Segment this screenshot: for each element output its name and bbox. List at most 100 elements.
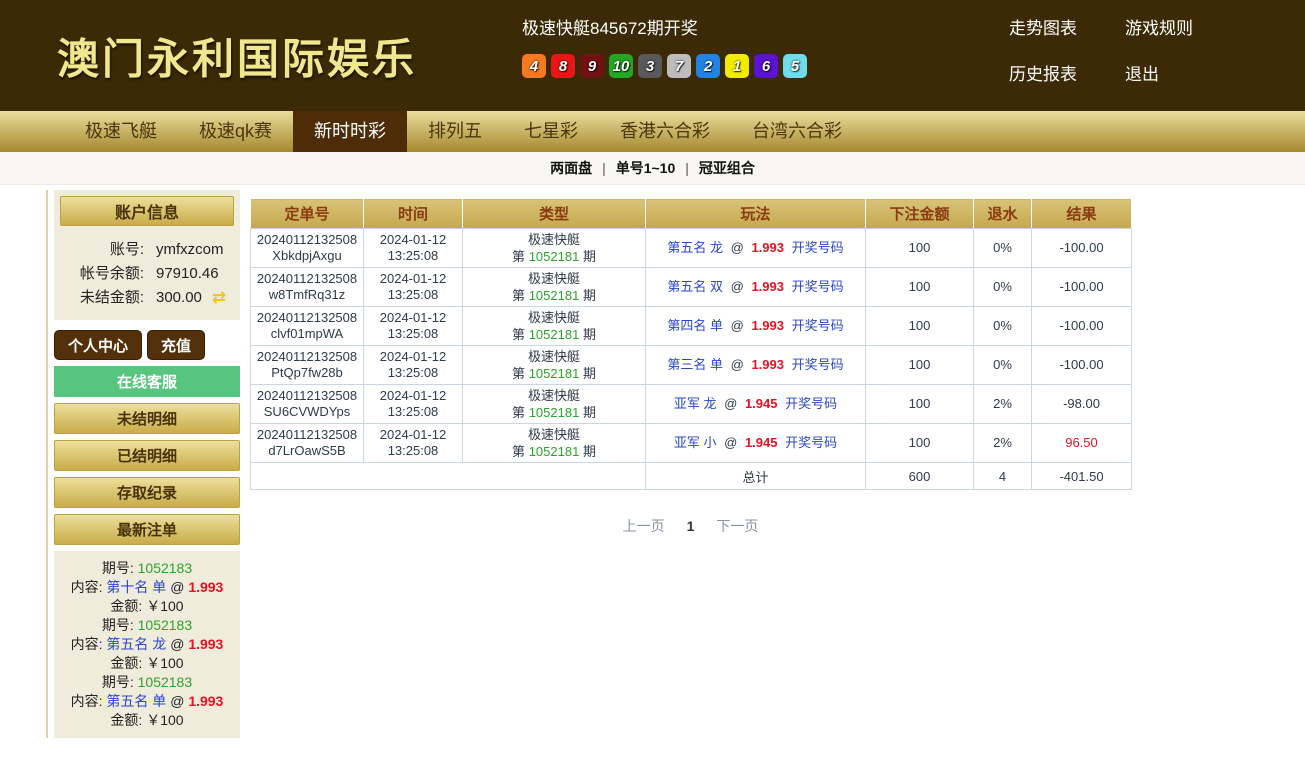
cell-play: 第五名 双 @ 1.993 开奖号码: [646, 268, 866, 307]
table-row: 20240112132508w8TmfRq31z 2024-01-12 13:2…: [251, 268, 1132, 307]
refresh-icon[interactable]: ⇄: [212, 286, 226, 310]
cell-date: 2024-01-12: [367, 271, 459, 287]
cell-game: 极速快艇: [466, 348, 642, 365]
account-row: 帐号余额: 97910.46 ⇄: [60, 262, 234, 286]
cell-type: 极速快艇 第 1052181 期: [463, 385, 646, 424]
lottery-ball: 6: [754, 54, 778, 78]
cell-game: 极速快艇: [466, 270, 642, 287]
draw-numbers-link[interactable]: 开奖号码: [792, 279, 844, 294]
game-nav-tab[interactable]: 台湾六合彩: [731, 111, 863, 152]
issue-prefix: 第: [512, 249, 525, 264]
subnav: 两面盘 | 单号1~10 | 冠亚组合: [0, 152, 1305, 185]
header-link[interactable]: 历史报表: [1009, 60, 1077, 85]
latest-bet-item: 期号: 1052183 内容: 第十名 单 @ 1.993 金额: ￥100: [56, 559, 238, 616]
bet-issue-label: 期号:: [102, 674, 134, 690]
lottery-ball: 8: [551, 54, 575, 78]
play-name: 第四名 单: [667, 318, 723, 333]
game-nav-tab[interactable]: 香港六合彩: [599, 111, 731, 152]
issue-prefix: 第: [512, 405, 525, 420]
table-row: 20240112132508SU6CVWDYps 2024-01-12 13:2…: [251, 385, 1132, 424]
subnav-separator: |: [602, 160, 606, 176]
subnav-item-two-side[interactable]: 两面盘: [550, 158, 592, 178]
cell-issue-line: 第 1052181 期: [466, 287, 642, 304]
cell-amount: 100: [866, 268, 974, 307]
game-nav-tab[interactable]: 新时时彩: [293, 111, 407, 152]
cell-type: 极速快艇 第 1052181 期: [463, 229, 646, 268]
col-header-time: 时间: [364, 199, 463, 229]
draw-numbers-link[interactable]: 开奖号码: [785, 396, 837, 411]
cell-date: 2024-01-12: [367, 349, 459, 365]
main-content: 定单号 时间 类型 玩法 下注金额 退水 结果 20240112132508Xb…: [250, 198, 1131, 536]
account-rows: 账号: ymfxzcom ⇄ 帐号余额: 97910.46 ⇄ 未结金额:: [60, 238, 234, 310]
header-link[interactable]: 退出: [1125, 60, 1159, 85]
account-row-label: 账号:: [60, 238, 144, 262]
bet-issue-value: 1052183: [138, 674, 193, 690]
issue-suffix: 期: [583, 327, 596, 342]
subnav-item-champion-combo[interactable]: 冠亚组合: [699, 158, 755, 178]
cell-game: 极速快艇: [466, 231, 642, 248]
cell-clock: 13:25:08: [367, 248, 459, 264]
draw-numbers-link[interactable]: 开奖号码: [792, 318, 844, 333]
page-number[interactable]: 1: [687, 518, 695, 534]
account-info-button[interactable]: 账户信息: [60, 196, 234, 226]
cell-amount: 100: [866, 424, 974, 463]
lottery-ball: 5: [783, 54, 807, 78]
cell-date: 2024-01-12: [367, 388, 459, 404]
issue-suffix: 期: [583, 249, 596, 264]
bet-odds-value: 1.993: [188, 693, 223, 709]
bet-amount-line: 金额: ￥100: [56, 711, 238, 730]
prev-page-button[interactable]: 上一页: [623, 516, 665, 536]
profile-button[interactable]: 个人中心: [54, 330, 142, 360]
game-nav-tab[interactable]: 极速qk赛: [178, 111, 293, 152]
header: 澳门永利国际娱乐 极速快艇845672期开奖 4 8 9 10 3 7 2: [0, 0, 1305, 111]
cell-order-id: 20240112132508SU6CVWDYps: [251, 385, 364, 424]
play-at-symbol: @: [731, 357, 744, 372]
draw-numbers-link[interactable]: 开奖号码: [792, 240, 844, 255]
sidebar-menu-button[interactable]: 存取纪录: [54, 477, 240, 508]
game-nav-tab[interactable]: 排列五: [407, 111, 503, 152]
play-name: 亚军 小: [674, 435, 717, 450]
header-link[interactable]: 走势图表: [1009, 14, 1077, 39]
next-page-button[interactable]: 下一页: [716, 516, 758, 536]
subnav-item-single-number[interactable]: 单号1~10: [616, 158, 676, 178]
bet-content-label: 内容:: [71, 636, 103, 652]
header-link[interactable]: 游戏规则: [1125, 14, 1193, 39]
draw-numbers-link[interactable]: 开奖号码: [785, 435, 837, 450]
cell-clock: 13:25:08: [367, 404, 459, 420]
account-row: 未结金额: 300.00 ⇄: [60, 286, 234, 310]
cell-result: -100.00: [1032, 307, 1132, 346]
col-header-type: 类型: [463, 199, 646, 229]
issue-number: 1052181: [529, 366, 580, 381]
cell-order-id: 20240112132508XbkdpjAxgu: [251, 229, 364, 268]
cell-order-id: 20240112132508clvf01mpWA: [251, 307, 364, 346]
bet-odds-value: 1.993: [188, 636, 223, 652]
play-odds: 1.945: [745, 435, 778, 450]
cell-clock: 13:25:08: [367, 326, 459, 342]
online-service-button[interactable]: 在线客服: [54, 366, 240, 397]
game-nav-tab[interactable]: 七星彩: [503, 111, 599, 152]
cell-type: 极速快艇 第 1052181 期: [463, 307, 646, 346]
cell-play: 第三名 单 @ 1.993 开奖号码: [646, 346, 866, 385]
draw-title: 极速快艇845672期开奖: [522, 14, 807, 39]
bet-amount-line: 金额: ￥100: [56, 654, 238, 673]
cell-time: 2024-01-12 13:25:08: [364, 307, 463, 346]
sidebar-menu-button[interactable]: 已结明细: [54, 440, 240, 471]
play-odds: 1.993: [751, 357, 784, 372]
sidebar-menu-button[interactable]: 未结明细: [54, 403, 240, 434]
cell-rebate: 0%: [974, 307, 1032, 346]
lottery-ball: 7: [667, 54, 691, 78]
bet-content-line: 内容: 第五名 单 @ 1.993: [56, 692, 238, 711]
issue-number: 1052181: [529, 327, 580, 342]
deposit-button[interactable]: 充值: [147, 330, 205, 360]
bet-at-symbol: @: [170, 636, 184, 652]
sidebar-edge-line: [46, 190, 48, 738]
issue-prefix: 第: [512, 366, 525, 381]
game-nav-tab[interactable]: 极速飞艇: [64, 111, 178, 152]
play-name: 第三名 单: [667, 357, 723, 372]
account-row-value: 300.00: [156, 286, 202, 310]
latest-bet-item: 期号: 1052183 内容: 第五名 龙 @ 1.993 金额: ￥100: [56, 616, 238, 673]
sidebar-menu-button[interactable]: 最新注单: [54, 514, 240, 545]
table-total-row: 总计 600 4 -401.50: [251, 463, 1132, 490]
draw-numbers-link[interactable]: 开奖号码: [792, 357, 844, 372]
cell-issue-line: 第 1052181 期: [466, 365, 642, 382]
